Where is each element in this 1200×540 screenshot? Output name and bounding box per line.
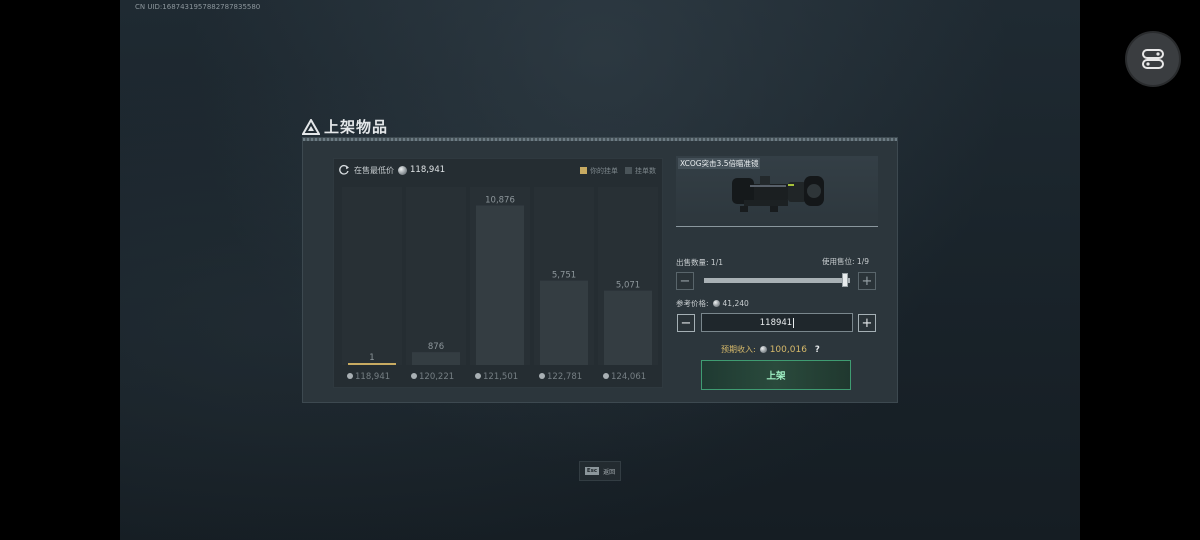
- price-increase-button[interactable]: +: [858, 314, 876, 332]
- bar[interactable]: [476, 205, 524, 365]
- dialog-top-border: [303, 138, 897, 141]
- reference-price-value: 41,240: [722, 299, 749, 308]
- refresh-icon[interactable]: [338, 164, 350, 176]
- list-item-dialog: 在售最低价 118,941 你的挂单 挂单数 1 118,941 876 120,22…: [302, 137, 898, 403]
- reference-price: 参考价格: 41,240: [676, 299, 749, 308]
- coin-icon: [539, 373, 545, 379]
- bar-column-bg: [342, 187, 402, 365]
- price-tick-label: 124,061: [611, 372, 646, 382]
- bar-value-label: 876: [428, 342, 444, 352]
- coin-icon: [347, 373, 353, 379]
- scope-image: [732, 176, 824, 212]
- bar[interactable]: [348, 363, 396, 365]
- expected-income-label: 预期收入:: [721, 345, 756, 354]
- coin-icon: [603, 373, 609, 379]
- lowest-price-value: 118,941: [410, 165, 446, 175]
- lowest-price-label: 在售最低价: [354, 165, 394, 175]
- slots-value: 1/9: [856, 257, 869, 266]
- price-tick-label: 122,781: [547, 372, 582, 382]
- expected-income: 预期收入: 100,016 ?: [721, 344, 820, 355]
- order-bar-chart: 1 118,941 876 120,221 10,876 121,501 5,751 122,…: [342, 187, 658, 382]
- price-tick-label: 120,221: [419, 372, 454, 382]
- price-tick-label: 121,501: [483, 372, 518, 382]
- price-decrease-button[interactable]: −: [677, 314, 695, 332]
- quantity-increase-button[interactable]: +: [858, 272, 876, 290]
- bar-value-label: 1: [369, 353, 374, 363]
- list-item-button[interactable]: 上架: [701, 360, 851, 390]
- expected-income-value: 100,016: [769, 344, 807, 355]
- back-label: 返回: [603, 468, 616, 476]
- quantity-slider[interactable]: [704, 278, 850, 283]
- dialog-title-text: 上架物品: [324, 118, 389, 136]
- price-input-value: 118941: [759, 317, 793, 328]
- chart-header: 在售最低价 118,941 你的挂单 挂单数: [334, 159, 662, 181]
- quantity-value: 1/1: [710, 258, 723, 267]
- quantity-label: 出售数量: 1/1: [676, 258, 723, 267]
- coin-icon: [398, 165, 407, 175]
- toggle-icon: [1142, 49, 1164, 69]
- slots-label: 使用售位: 1/9: [822, 257, 869, 266]
- price-input[interactable]: 118941: [701, 313, 853, 332]
- coin-icon: [759, 346, 767, 353]
- legend-your-orders: 你的挂单: [580, 166, 618, 176]
- coin-icon: [411, 373, 417, 379]
- help-icon[interactable]: ?: [815, 345, 820, 355]
- dialog-title: 上架物品: [302, 116, 388, 137]
- uid-label: CN UID:1687431957882787835580: [135, 3, 261, 11]
- coin-icon: [712, 300, 720, 307]
- warning-triangle-icon: [302, 118, 320, 135]
- floating-toolbar-button[interactable]: [1127, 33, 1179, 85]
- price-chart-panel: 在售最低价 118,941 你的挂单 挂单数 1 118,941 876 120,22…: [333, 158, 663, 388]
- legend-order-count: 挂单数: [625, 166, 656, 176]
- text-caret: [793, 317, 795, 328]
- price-tick-label: 118,941: [355, 372, 390, 382]
- bar-value-label: 5,071: [616, 281, 640, 291]
- item-card: XCOG突击3.5倍瞄准镜: [676, 156, 878, 227]
- bar-value-label: 5,751: [552, 271, 576, 281]
- bar[interactable]: [604, 290, 652, 365]
- quantity-decrease-button[interactable]: −: [676, 272, 694, 290]
- coin-icon: [475, 373, 481, 379]
- bar-value-label: 10,876: [485, 195, 515, 205]
- esc-key-icon: Esc: [584, 467, 600, 475]
- chart-legend: 你的挂单 挂单数: [580, 166, 656, 176]
- bar[interactable]: [412, 352, 460, 365]
- bar-column-bg: [406, 187, 466, 365]
- back-button[interactable]: Esc 返回: [579, 461, 621, 481]
- quantity-slider-handle[interactable]: [842, 273, 848, 287]
- bar[interactable]: [540, 280, 588, 365]
